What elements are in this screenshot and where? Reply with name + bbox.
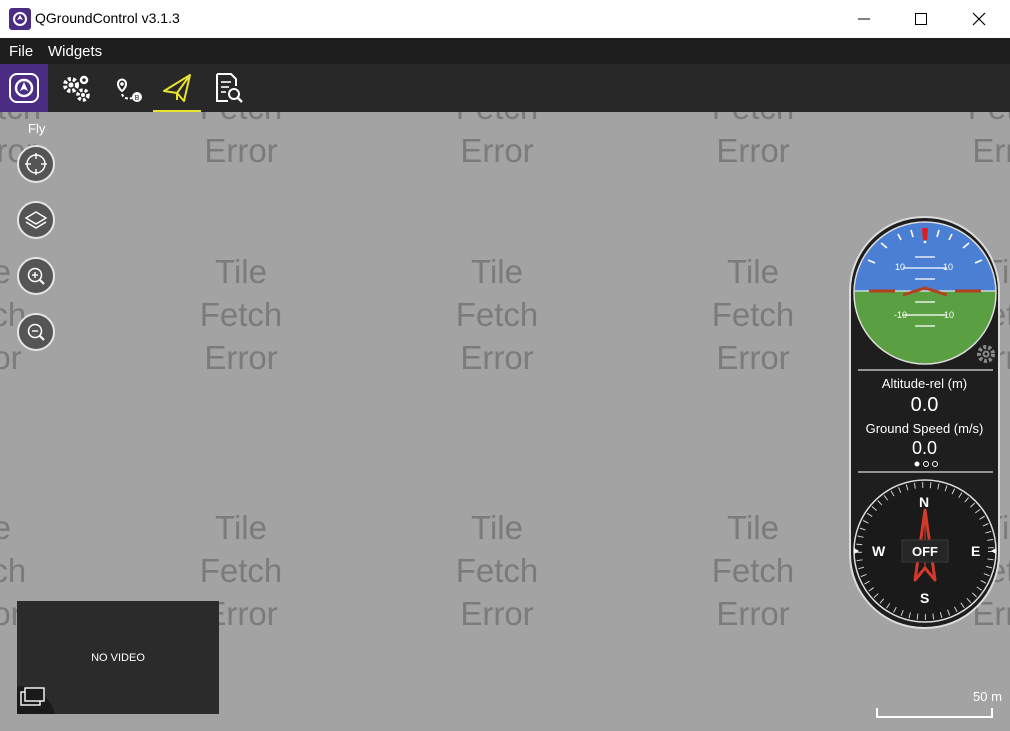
compass-east: E xyxy=(971,543,981,559)
fly-view-label: Fly xyxy=(28,121,46,136)
compass-center-readout: OFF xyxy=(912,544,938,559)
layers-icon xyxy=(24,211,48,229)
map-tile-error: TileFetchError xyxy=(968,112,1010,169)
zoom-out-icon xyxy=(27,323,45,341)
compass-south: S xyxy=(920,590,930,606)
analyze-view-button[interactable] xyxy=(204,64,252,112)
qgc-logo-icon xyxy=(9,73,39,103)
maximize-icon xyxy=(915,13,927,25)
zoom-in-icon xyxy=(27,267,45,285)
pitch-label: 10 xyxy=(943,262,954,272)
window-titlebar: QGroundControl v3.1.3 xyxy=(0,0,1010,38)
map-tile-error: TileFetchError xyxy=(199,253,283,376)
paper-plane-icon xyxy=(163,74,191,102)
qgc-app-icon xyxy=(9,8,31,30)
map-tile-error: TileFetchError xyxy=(711,253,795,376)
map-tile-error: TileFetchError xyxy=(455,509,539,632)
menu-widgets[interactable]: Widgets xyxy=(48,43,102,60)
qgc-logo-button[interactable] xyxy=(0,64,48,112)
main-toolbar: B xyxy=(0,64,1010,112)
video-switch-button[interactable] xyxy=(17,681,57,714)
pitch-label: -10 xyxy=(941,310,955,320)
menu-file[interactable]: File xyxy=(9,43,33,60)
value-page-indicator[interactable] xyxy=(914,461,938,467)
zoom-in-button[interactable] xyxy=(17,257,55,295)
no-video-label: NO VIDEO xyxy=(91,652,145,664)
svg-text:B: B xyxy=(135,95,140,102)
map-scale-bar xyxy=(876,708,993,718)
crosshair-icon xyxy=(25,153,47,175)
attitude-ground xyxy=(854,291,996,364)
analyze-document-icon xyxy=(216,73,243,103)
close-button[interactable] xyxy=(950,0,1008,38)
gears-icon xyxy=(63,75,90,102)
center-map-button[interactable] xyxy=(17,145,55,183)
menu-bar: File Widgets xyxy=(0,38,1010,64)
close-icon xyxy=(972,12,986,26)
altitude-value: 0.0 xyxy=(910,394,939,416)
ground-speed-label: Ground Speed (m/s) xyxy=(865,421,984,436)
video-panel[interactable]: NO VIDEO xyxy=(17,601,219,714)
altitude-label: Altitude-rel (m) xyxy=(881,376,968,391)
map-tile-error: TileFetchError xyxy=(456,112,539,169)
maximize-button[interactable] xyxy=(892,0,950,38)
pitch-label: -10 xyxy=(894,310,908,320)
map-layers-button[interactable] xyxy=(17,201,55,239)
active-view-indicator xyxy=(153,110,201,112)
plan-view-button[interactable]: B xyxy=(104,64,152,112)
minimize-icon xyxy=(858,18,870,20)
plan-waypoint-icon: B xyxy=(116,78,142,102)
compass-north: N xyxy=(919,494,930,510)
zoom-out-button[interactable] xyxy=(17,313,55,351)
pitch-label: 10 xyxy=(895,262,906,272)
ground-speed-value: 0.0 xyxy=(911,438,938,458)
map-tile-error: TileFetchError xyxy=(712,112,795,169)
fly-view-button[interactable] xyxy=(153,64,201,112)
switch-view-icon xyxy=(17,685,55,714)
vehicle-setup-button[interactable] xyxy=(53,64,101,112)
minimize-button[interactable] xyxy=(835,0,893,38)
compass-west: W xyxy=(872,543,886,559)
map-tile-error: TileFetchError xyxy=(455,253,539,376)
gear-icon[interactable] xyxy=(977,345,995,363)
attitude-indicator xyxy=(854,222,996,364)
map-tile-error: TileFetchError xyxy=(711,509,795,632)
window-title: QGroundControl v3.1.3 xyxy=(35,10,180,26)
map-tile-error: TileFetchError xyxy=(200,112,283,169)
instrument-panel: 10 10 -10 -10 Altitude-rel (m) 0.0 Groun… xyxy=(849,216,1000,629)
